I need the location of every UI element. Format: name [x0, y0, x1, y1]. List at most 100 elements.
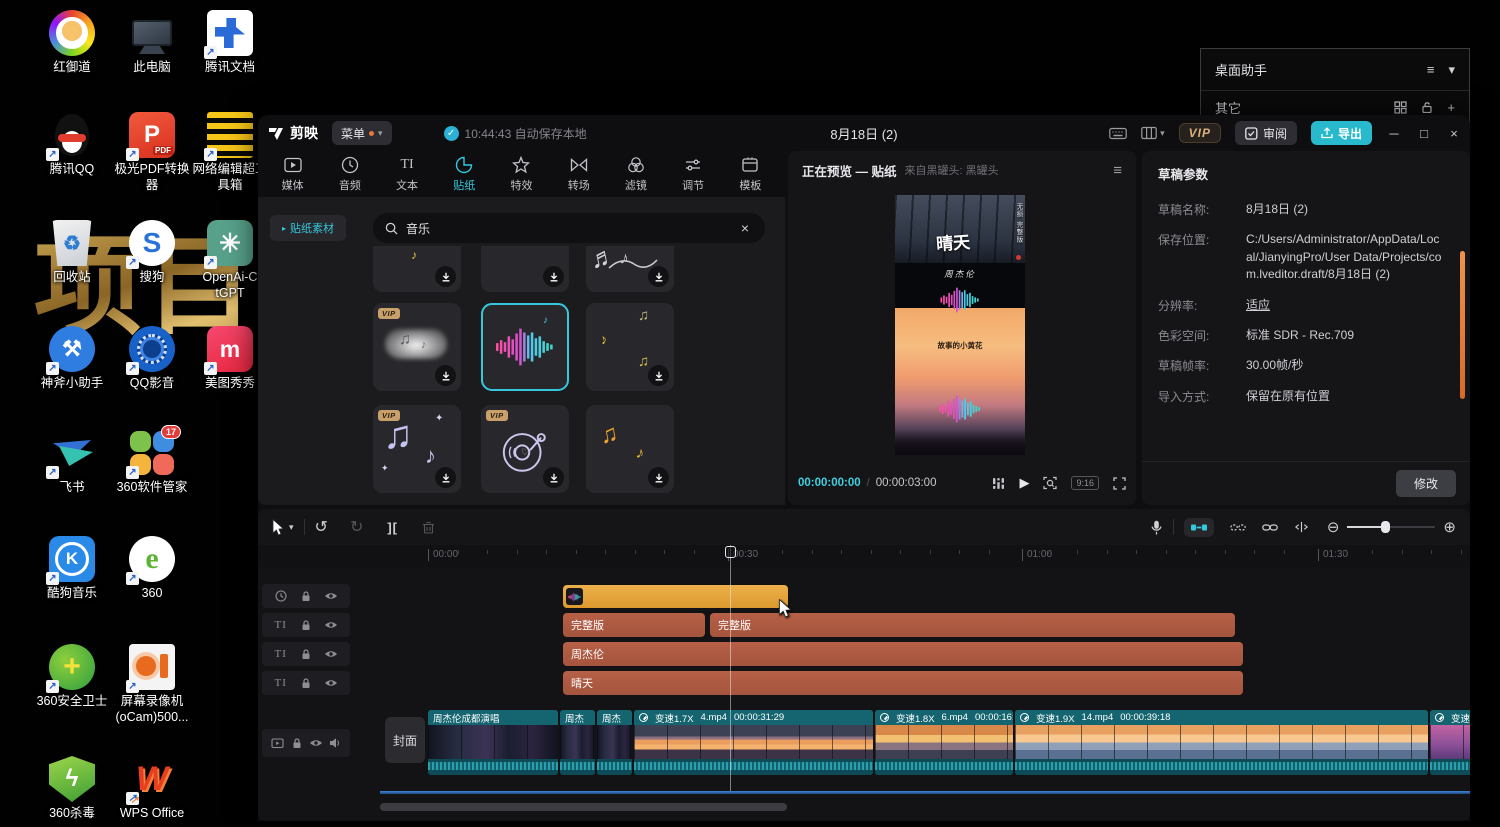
desktop-icon-360-manager[interactable]: 17 ↗ 360软件管家: [112, 430, 192, 496]
sticker-tile-yellow-notes[interactable]: ♫ ♪ ♫: [586, 303, 674, 391]
layout-button[interactable]: ▾: [1141, 126, 1165, 140]
download-icon[interactable]: [435, 266, 456, 287]
resolution-value[interactable]: 适应: [1246, 297, 1270, 314]
desktop-icon-feishu[interactable]: ↗ 飞书: [32, 430, 112, 496]
video-clip[interactable]: 变速1.9X 14.mp4 00:00:39:18: [1015, 710, 1428, 775]
lock-icon[interactable]: [293, 590, 318, 602]
sticker-tile-vinyl-player[interactable]: VIP ♡: [481, 405, 569, 493]
eye-icon[interactable]: [319, 649, 344, 659]
video-clip[interactable]: 变速1.7X 4.mp4 00:00:31:29: [634, 710, 873, 775]
sticker-clip[interactable]: [563, 585, 788, 608]
desktop-icon-hongyudao[interactable]: 红御道: [32, 10, 112, 76]
assistant-unlock-icon[interactable]: [1421, 101, 1433, 113]
eye-icon[interactable]: [319, 620, 344, 630]
assistant-add-icon[interactable]: +: [1447, 100, 1455, 115]
minimize-button[interactable]: ─: [1386, 126, 1402, 141]
desktop-icon-shenfu-helper[interactable]: ⚒↗ 神斧小助手: [32, 326, 112, 392]
download-icon[interactable]: [648, 467, 669, 488]
lock-icon[interactable]: [293, 648, 318, 660]
video-clip[interactable]: 变速: [1430, 710, 1470, 775]
collapsed-audio-track[interactable]: [380, 791, 1470, 794]
undo-icon[interactable]: ↺: [315, 517, 328, 537]
tab-audio[interactable]: 音频: [321, 151, 378, 197]
desktop-icon-qq[interactable]: ↗ 腾讯QQ: [32, 112, 112, 178]
tab-templates[interactable]: 模板: [722, 151, 779, 197]
delete-icon[interactable]: [422, 521, 435, 534]
select-tool-icon[interactable]: [272, 519, 284, 536]
zoom-slider-handle[interactable]: [1381, 521, 1390, 533]
timeline-horizontal-scrollbar[interactable]: [380, 803, 787, 811]
sticker-tile[interactable]: ♬ ♪: [586, 246, 674, 292]
download-icon[interactable]: [435, 365, 456, 386]
cover-button[interactable]: 封面: [385, 717, 425, 763]
timeline-zoom-slider[interactable]: [1347, 526, 1435, 528]
fullscreen-icon[interactable]: [1113, 477, 1126, 490]
review-button[interactable]: 审阅: [1235, 121, 1297, 145]
sticker-tile-cloud-notes[interactable]: VIP ♫ ♪: [373, 303, 461, 391]
timeline-ruler[interactable]: 00:00 00:30 01:00 01:30: [258, 545, 1470, 567]
preview-menu-icon[interactable]: ≡: [1113, 162, 1122, 179]
download-icon[interactable]: [648, 365, 669, 386]
desktop-icon-kugou[interactable]: ↗ 酷狗音乐: [32, 536, 112, 602]
desktop-icon-qq-player[interactable]: ↗ QQ影音: [112, 326, 192, 392]
desktop-icon-360-antivirus[interactable]: ϟ↗ 360杀毒: [32, 756, 112, 822]
download-icon[interactable]: [648, 266, 669, 287]
sticker-search-input[interactable]: 音乐 ×: [373, 213, 765, 243]
download-icon[interactable]: [543, 266, 564, 287]
text-clip[interactable]: 晴天: [563, 671, 1243, 695]
mute-icon[interactable]: [325, 737, 344, 749]
text-clip[interactable]: 完整版: [563, 613, 705, 637]
zoom-in-icon[interactable]: ⊕: [1443, 518, 1456, 536]
trim-mode-icon[interactable]: [1294, 521, 1309, 533]
desktop-icon-wps[interactable]: W↗ WPS Office: [112, 756, 192, 822]
desktop-icon-sogou[interactable]: S↗ 搜狗: [112, 220, 192, 286]
desktop-icon-pdf-converter[interactable]: PPDF↗ 极光PDF转换器: [112, 112, 192, 193]
unlink-preview-icon[interactable]: [1230, 522, 1246, 533]
video-clip[interactable]: 变速1.8X 6.mp4 00:00:16:: [875, 710, 1013, 775]
video-clip[interactable]: 周杰伦成都演唱: [428, 710, 558, 775]
panel-scrollbar[interactable]: [1460, 251, 1465, 399]
lock-icon[interactable]: [293, 677, 318, 689]
maximize-button[interactable]: □: [1416, 126, 1432, 141]
sticker-tile[interactable]: [481, 246, 569, 292]
auto-snap-icon[interactable]: [1184, 518, 1214, 537]
sticker-tile[interactable]: ♪: [373, 246, 461, 292]
video-clip[interactable]: 周杰: [560, 710, 595, 775]
redo-icon[interactable]: ↻: [350, 517, 363, 537]
download-icon[interactable]: [435, 467, 456, 488]
tab-transitions[interactable]: 转场: [550, 151, 607, 197]
export-button[interactable]: 导出: [1311, 121, 1372, 145]
lock-icon[interactable]: [293, 619, 318, 631]
desktop-icon-ocam[interactable]: ↗ 屏幕录像机(oCam)500...: [112, 644, 192, 725]
eye-icon[interactable]: [306, 738, 325, 748]
desktop-icon-this-pc[interactable]: 此电脑: [112, 10, 192, 76]
text-track-header[interactable]: TI: [262, 671, 350, 695]
audio-levels-icon[interactable]: [992, 477, 1005, 490]
preview-quality-icon[interactable]: [1043, 476, 1057, 490]
aspect-ratio-button[interactable]: 9:16: [1071, 476, 1099, 490]
play-button[interactable]: ▶: [1019, 475, 1029, 491]
assistant-grid-icon[interactable]: [1394, 101, 1407, 114]
sticker-category-button[interactable]: ▸ 贴纸素材: [270, 215, 346, 241]
clear-search-icon[interactable]: ×: [737, 220, 753, 236]
desktop-icon-360-browser[interactable]: e↗ 360: [112, 536, 192, 602]
modify-button[interactable]: 修改: [1396, 470, 1456, 497]
video-track-header[interactable]: [262, 729, 350, 757]
assistant-menu-icon[interactable]: ≡: [1427, 62, 1435, 77]
text-track-header[interactable]: TI: [262, 613, 350, 637]
sticker-tile-orange-notes[interactable]: ♫ ♪: [586, 405, 674, 493]
zoom-out-icon[interactable]: ⊖: [1327, 518, 1340, 536]
link-materials-icon[interactable]: [1262, 522, 1278, 533]
eye-icon[interactable]: [319, 591, 344, 601]
sticker-tile-waveform-selected[interactable]: ♪: [481, 303, 569, 391]
download-icon[interactable]: [543, 467, 564, 488]
playhead[interactable]: [730, 545, 731, 791]
eye-icon[interactable]: [319, 678, 344, 688]
vip-badge[interactable]: VIP: [1179, 123, 1221, 143]
tab-adjust[interactable]: 调节: [665, 151, 722, 197]
video-preview-stage[interactable]: 晴天 无损 完整版 周杰伦 故事的小黄花: [895, 195, 1025, 455]
shortcut-keys-button[interactable]: [1109, 126, 1127, 141]
text-track-header[interactable]: TI: [262, 642, 350, 666]
text-clip[interactable]: 周杰伦: [563, 642, 1243, 666]
desktop-icon-tencent-docs[interactable]: ↗ 腾讯文档: [190, 10, 270, 76]
